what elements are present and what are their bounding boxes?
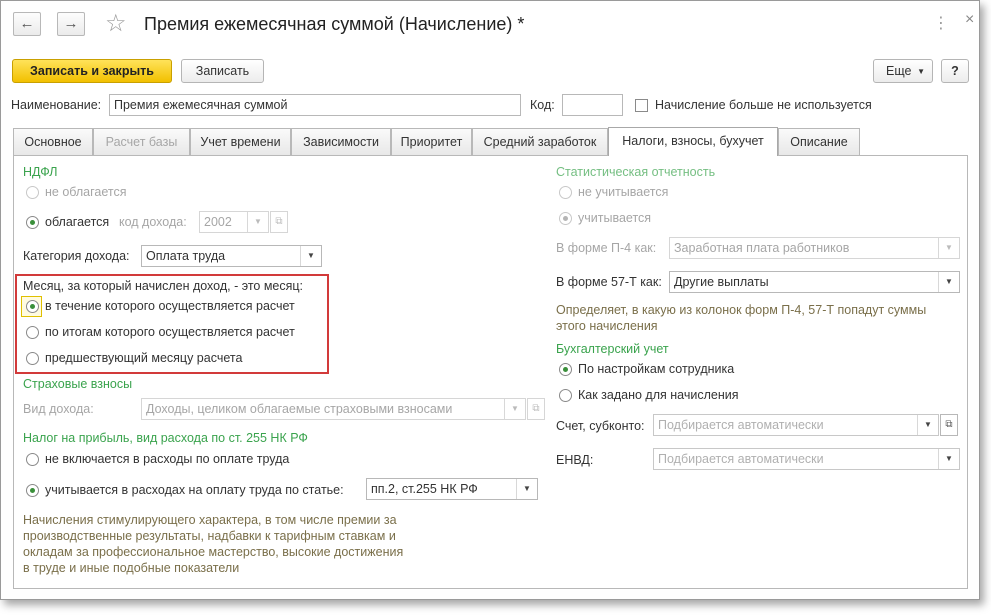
dropdown-arrow-icon[interactable]: ▼: [938, 272, 959, 292]
tab-dependencies[interactable]: Зависимости: [291, 128, 391, 155]
p4-field[interactable]: Заработная плата работников ▼: [669, 237, 960, 259]
envd-placeholder: Подбирается автоматически: [658, 452, 824, 466]
t57-field[interactable]: Другие выплаты ▼: [669, 271, 960, 293]
stat-counted-label: учитывается: [578, 211, 652, 225]
code-field[interactable]: [562, 94, 623, 116]
month-result-radio[interactable]: [26, 326, 39, 339]
more-button[interactable]: Еще ▼: [873, 59, 933, 83]
dropdown-arrow-icon[interactable]: ▼: [300, 246, 321, 266]
month-label: Месяц, за который начислен доход, - это …: [23, 279, 304, 293]
profit-tax-heading: Налог на прибыль, вид расхода по ст. 255…: [23, 431, 308, 445]
tab-main[interactable]: Основное: [13, 128, 93, 155]
month-current-radio[interactable]: [26, 300, 39, 313]
dropdown-arrow-icon[interactable]: ▼: [247, 212, 268, 232]
month-result-label: по итогам которого осуществляется расчет: [45, 325, 295, 339]
insurance-type-field[interactable]: Доходы, целиком облагаемые страховыми вз…: [141, 398, 526, 420]
stat-not-counted-radio[interactable]: [559, 186, 572, 199]
description-line: Определяет, в какую из колонок форм П-4,…: [556, 303, 927, 317]
description-line: окладам за профессиональное мастерство, …: [23, 545, 404, 559]
close-icon[interactable]: ×: [965, 11, 974, 29]
accounting-heading: Бухгалтерский учет: [556, 342, 669, 356]
stat-not-counted-label: не учитывается: [578, 185, 669, 199]
dropdown-arrow-icon[interactable]: ▼: [516, 479, 537, 499]
stat-heading: Статистическая отчетность: [556, 165, 716, 179]
ndfl-not-taxed-label: не облагается: [45, 185, 127, 199]
ndfl-heading: НДФЛ: [23, 165, 58, 179]
category-field[interactable]: Оплата труда ▼: [141, 245, 322, 267]
code-label: Код:: [530, 98, 555, 112]
profit-included-radio[interactable]: [26, 484, 39, 497]
forward-button[interactable]: →: [57, 12, 85, 36]
back-button[interactable]: ←: [13, 12, 41, 36]
income-code-field[interactable]: 2002 ▼: [199, 211, 269, 233]
month-previous-label: предшествующий месяцу расчета: [45, 351, 243, 365]
account-placeholder: Подбирается автоматически: [658, 418, 824, 432]
profit-not-included-radio[interactable]: [26, 453, 39, 466]
profit-not-included-label: не включается в расходы по оплате труда: [45, 452, 290, 466]
dropdown-arrow-icon[interactable]: ▼: [938, 238, 959, 258]
profit-included-label: учитывается в расходах на оплату труда п…: [45, 483, 344, 497]
insurance-type-label: Вид дохода:: [23, 402, 94, 416]
income-code-label: код дохода:: [119, 215, 187, 229]
ndfl-not-taxed-radio[interactable]: [26, 186, 39, 199]
help-button[interactable]: ?: [941, 59, 969, 83]
tab-average-earnings[interactable]: Средний заработок: [472, 128, 608, 155]
article-field[interactable]: пп.2, ст.255 НК РФ ▼: [366, 478, 538, 500]
description-line: в труде и иные подобные показатели: [23, 561, 240, 575]
save-button[interactable]: Записать: [181, 59, 264, 83]
month-current-label: в течение которого осуществляется расчет: [45, 299, 295, 313]
ndfl-taxed-label: облагается: [45, 215, 110, 229]
tab-base-calc[interactable]: Расчет базы: [93, 128, 190, 155]
category-label: Категория дохода:: [23, 249, 130, 263]
favorite-star-icon[interactable]: ☆: [105, 9, 127, 38]
tab-taxes[interactable]: Налоги, взносы, бухучет: [608, 127, 778, 156]
account-label: Счет, субконто:: [556, 419, 645, 433]
dropdown-arrow-icon[interactable]: ▼: [938, 449, 959, 469]
t57-value: Другие выплаты: [674, 275, 769, 289]
name-label: Наименование:: [11, 98, 102, 112]
stat-counted-radio[interactable]: [559, 212, 572, 225]
p4-label: В форме П-4 как:: [556, 241, 657, 255]
caret-down-icon: ▼: [917, 67, 925, 76]
accounting-by-employee-label: По настройкам сотрудника: [578, 362, 735, 376]
name-field[interactable]: Премия ежемесячная суммой: [109, 94, 521, 116]
envd-field[interactable]: Подбирается автоматически ▼: [653, 448, 960, 470]
category-value: Оплата труда: [146, 249, 226, 263]
tab-description[interactable]: Описание: [778, 128, 860, 155]
description-line: этого начисления: [556, 319, 658, 333]
insurance-heading: Страховые взносы: [23, 377, 133, 391]
unused-label: Начисление больше не используется: [655, 98, 872, 112]
accounting-by-accrual-label: Как задано для начисления: [578, 388, 739, 402]
save-and-close-button[interactable]: Записать и закрыть: [12, 59, 172, 83]
envd-label: ЕНВД:: [556, 453, 594, 467]
unused-checkbox[interactable]: [635, 99, 648, 112]
arrow-right-icon: →: [63, 15, 79, 32]
dropdown-arrow-icon[interactable]: ▼: [504, 399, 525, 419]
description-line: производственные результаты, надбавки к …: [23, 529, 396, 543]
accounting-by-accrual-radio[interactable]: [559, 389, 572, 402]
tab-priority[interactable]: Приоритет: [391, 128, 472, 155]
t57-label: В форме 57-Т как:: [556, 275, 662, 289]
month-previous-radio[interactable]: [26, 352, 39, 365]
account-field[interactable]: Подбирается автоматически ▼: [653, 414, 939, 436]
profit-tax-description: Начисления стимулирующего характера, в т…: [23, 512, 403, 576]
insurance-type-value: Доходы, целиком облагаемые страховыми вз…: [146, 402, 453, 416]
open-icon[interactable]: ⧉: [270, 211, 288, 233]
arrow-left-icon: ←: [19, 15, 35, 32]
income-code-value: 2002: [204, 215, 232, 229]
window-menu-icon[interactable]: ⋮: [933, 13, 950, 33]
window-title: Премия ежемесячная суммой (Начисление) *: [144, 14, 525, 34]
open-icon[interactable]: ⧉: [527, 398, 545, 420]
p4-value: Заработная плата работников: [674, 241, 850, 255]
ndfl-taxed-radio[interactable]: [26, 216, 39, 229]
article-value: пп.2, ст.255 НК РФ: [371, 482, 478, 496]
document-window: ← → ☆ Премия ежемесячная суммой (Начисле…: [0, 0, 980, 600]
dropdown-arrow-icon[interactable]: ▼: [917, 415, 938, 435]
open-icon[interactable]: ⧉: [940, 414, 958, 436]
stat-description: Определяет, в какую из колонок форм П-4,…: [556, 302, 926, 334]
tab-time-accounting[interactable]: Учет времени: [190, 128, 291, 155]
more-label: Еще: [886, 64, 912, 78]
accounting-by-employee-radio[interactable]: [559, 363, 572, 376]
description-line: Начисления стимулирующего характера, в т…: [23, 513, 397, 527]
